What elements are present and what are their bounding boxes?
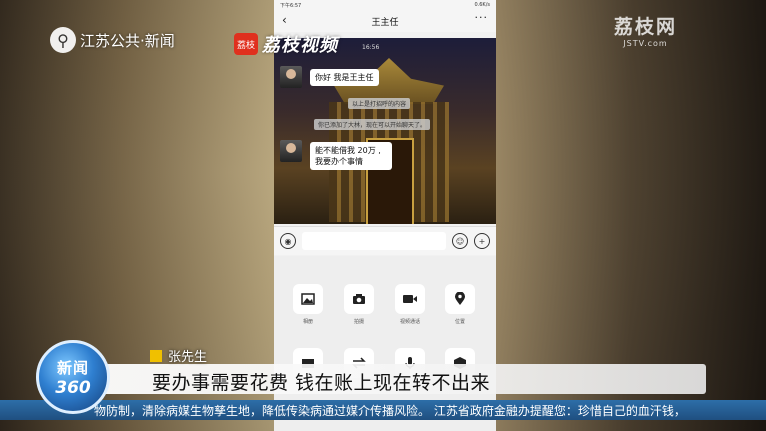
news-logo-bottom: 360 xyxy=(55,377,91,398)
voice-icon[interactable]: ◉ xyxy=(280,233,296,249)
image-icon xyxy=(293,284,323,314)
channel-logo-icon: ⚲ xyxy=(50,27,76,53)
system-message: 以上是打招呼的内容 xyxy=(348,98,411,109)
status-network: 0.6K/s xyxy=(474,2,490,8)
plus-icon[interactable]: + xyxy=(474,233,490,249)
channel-logo: ⚲ 江苏公共·新闻 xyxy=(50,27,175,53)
camera-icon xyxy=(344,284,374,314)
message-bubble: 能不能借我 20万 ,我要办个事情 xyxy=(310,142,392,170)
back-icon[interactable]: ‹ xyxy=(282,13,287,27)
chat-header: ‹ 王主任 ··· xyxy=(274,10,496,32)
channel-logo-text: 江苏公共·新闻 xyxy=(80,31,175,50)
subtitle-text: 要办事需要花费 钱在账上现在转不出来 xyxy=(152,372,491,394)
status-time: 下午6:57 xyxy=(280,2,302,9)
watermark-url: JSTV.com xyxy=(623,39,668,48)
avatar[interactable] xyxy=(280,66,302,88)
tool-video-call[interactable]: 视频通话 xyxy=(394,284,426,325)
tool-label: 拍摄 xyxy=(353,319,364,325)
news-logo-top: 新闻 xyxy=(56,358,89,377)
ticker-text: 物防制，清除病媒生物孳生地，降低传染病通过媒介传播风险。 江苏省政府金融办提醒您… xyxy=(94,404,686,418)
message-bubble: 你好 我是王主任 xyxy=(310,69,379,86)
tool-label: 位置 xyxy=(454,319,465,325)
emoji-icon[interactable]: ☺ xyxy=(452,233,468,249)
location-icon xyxy=(445,284,475,314)
message-input[interactable] xyxy=(302,232,446,250)
system-message: 你已添加了大林，现在可以开始聊天了。 xyxy=(314,119,431,130)
lizhi-video-logo: 荔枝 荔枝视频 xyxy=(234,31,338,57)
tool-camera[interactable]: 拍摄 xyxy=(343,284,375,325)
status-bar: 下午6:57 0.6K/s xyxy=(274,0,496,10)
news360-logo: 新闻 360 xyxy=(36,340,110,414)
watermark-title: 荔枝网 xyxy=(614,16,678,38)
input-bar: ◉ ☺ + xyxy=(274,226,496,255)
tool-label: 视频通话 xyxy=(399,319,420,325)
chat-title: 王主任 xyxy=(371,17,399,28)
tool-label: 相册 xyxy=(302,319,313,325)
watermark-logo: 荔枝网 JSTV.com xyxy=(614,12,677,48)
speaker-marker xyxy=(150,349,162,362)
message-timestamp: 16:56 xyxy=(362,44,380,51)
speaker-tag: 张先生 xyxy=(150,346,207,365)
video-icon xyxy=(395,284,425,314)
speaker-name: 张先生 xyxy=(168,350,208,365)
more-icon[interactable]: ··· xyxy=(475,11,489,24)
tool-album[interactable]: 相册 xyxy=(292,284,324,325)
chat-body: 16:56 你好 我是王主任 以上是打招呼的内容 你已添加了大林，现在可以开始聊… xyxy=(274,38,496,224)
avatar[interactable] xyxy=(280,140,302,162)
lizhi-mark: 荔枝 xyxy=(234,33,258,55)
tool-location[interactable]: 位置 xyxy=(444,284,476,325)
lizhi-text: 荔枝视频 xyxy=(262,35,338,56)
